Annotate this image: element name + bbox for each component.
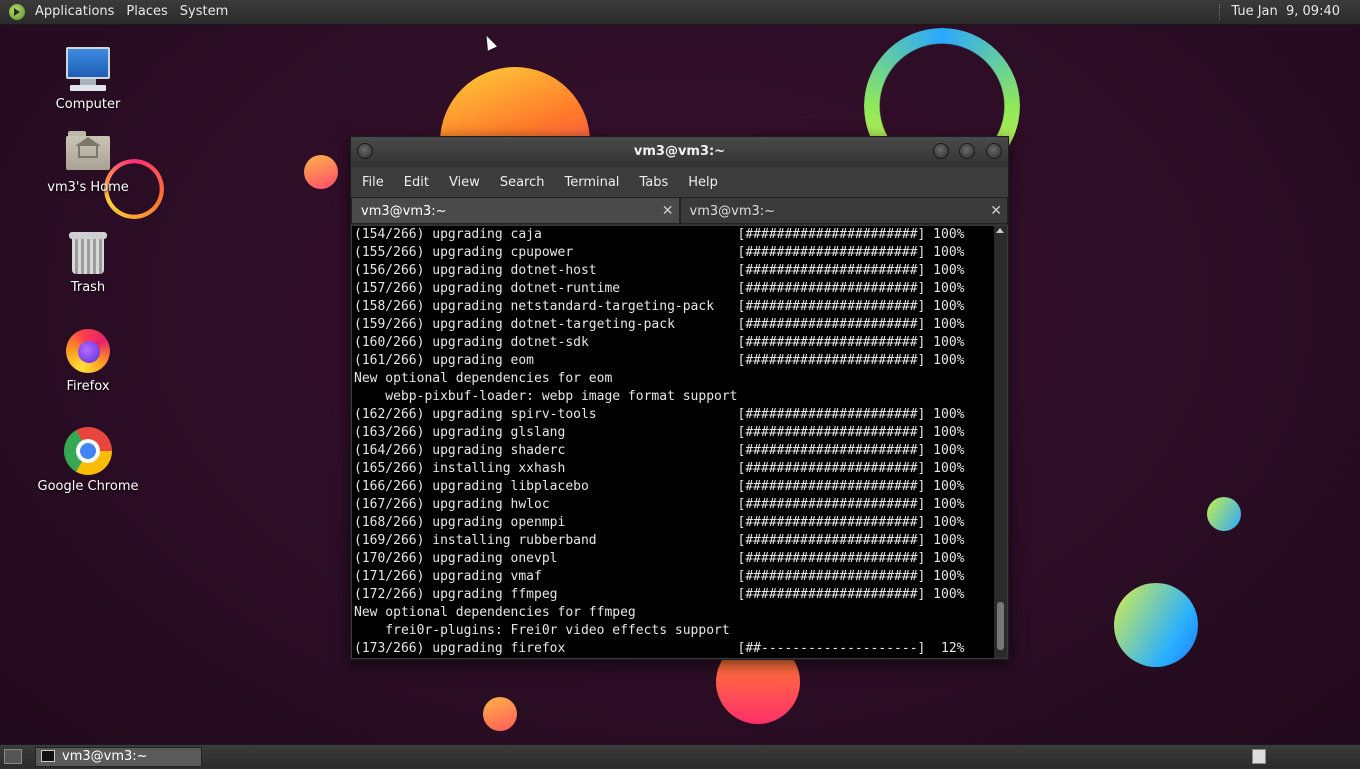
- menu-file[interactable]: File: [351, 175, 394, 190]
- terminal-line: (155/266) upgrading cpupower [##########…: [354, 245, 965, 260]
- terminal-scrollbar[interactable]: [994, 226, 1007, 658]
- window-title: vm3@vm3:~: [633, 144, 726, 159]
- terminal-line: New optional dependencies for ffmpeg: [354, 605, 636, 620]
- firefox-icon: [64, 327, 112, 375]
- terminal-line: (156/266) upgrading dotnet-host [#######…: [354, 263, 965, 278]
- terminal-line: (168/266) upgrading openmpi [###########…: [354, 515, 965, 530]
- scrollbar-thumb[interactable]: [997, 602, 1004, 650]
- desktop-icon-label: Computer: [55, 97, 121, 112]
- minimize-button[interactable]: [933, 143, 949, 159]
- desktop-icon-label: vm3's Home: [47, 180, 129, 195]
- terminal-line: New optional dependencies for eom: [354, 371, 613, 386]
- desktop-icon-firefox[interactable]: Firefox: [33, 327, 143, 394]
- terminal-icon: [41, 750, 55, 762]
- terminal-line: (167/266) upgrading hwloc [#############…: [354, 497, 965, 512]
- system-menu[interactable]: System: [174, 0, 234, 24]
- workspace-switcher[interactable]: [1252, 749, 1266, 764]
- window-menu-button[interactable]: [357, 143, 373, 159]
- distro-logo-icon[interactable]: [9, 4, 25, 20]
- terminal-line: (157/266) upgrading dotnet-runtime [####…: [354, 281, 965, 296]
- bottom-panel: vm3@vm3:~: [0, 744, 1360, 769]
- terminal-tab-bar: vm3@vm3:~ ✕ vm3@vm3:~ ✕: [351, 197, 1008, 225]
- desktop-icon-computer[interactable]: Computer: [33, 45, 143, 112]
- terminal-line: (154/266) upgrading caja [##############…: [354, 227, 965, 242]
- decorative-circle: [483, 697, 517, 731]
- computer-icon: [64, 45, 112, 93]
- menu-edit[interactable]: Edit: [394, 175, 439, 190]
- tab-close-icon[interactable]: ✕: [990, 198, 1002, 225]
- terminal-line: (158/266) upgrading netstandard-targetin…: [354, 299, 965, 314]
- terminal-menu-bar: File Edit View Search Terminal Tabs Help: [351, 167, 1008, 197]
- show-desktop-icon[interactable]: [4, 749, 22, 764]
- scroll-up-arrow-icon[interactable]: [996, 228, 1004, 233]
- tab-label: vm3@vm3:~: [361, 204, 447, 219]
- terminal-output[interactable]: (154/266) upgrading caja [##############…: [352, 226, 994, 658]
- menu-view[interactable]: View: [439, 175, 490, 190]
- panel-separator: [1219, 4, 1221, 20]
- window-title-bar[interactable]: vm3@vm3:~: [351, 137, 1008, 167]
- decorative-circle: [304, 155, 338, 189]
- terminal-line: (166/266) upgrading libplacebo [########…: [354, 479, 965, 494]
- terminal-tab-2[interactable]: vm3@vm3:~ ✕: [679, 197, 1008, 225]
- desktop-icon-label: Google Chrome: [37, 479, 139, 494]
- menu-tabs[interactable]: Tabs: [629, 175, 678, 190]
- top-panel: Applications Places System Tue Jan 9, 09…: [0, 0, 1360, 25]
- terminal-line: (164/266) upgrading shaderc [###########…: [354, 443, 965, 458]
- applications-menu[interactable]: Applications: [29, 0, 120, 24]
- terminal-line: frei0r-plugins: Frei0r video effects sup…: [354, 623, 730, 638]
- close-button[interactable]: [986, 143, 1002, 159]
- clock[interactable]: Tue Jan 9, 09:40: [1231, 0, 1340, 24]
- decorative-circle: [1207, 497, 1241, 531]
- places-menu[interactable]: Places: [120, 0, 173, 24]
- terminal-line: (159/266) upgrading dotnet-targeting-pac…: [354, 317, 965, 332]
- terminal-text: (154/266) upgrading caja [##############…: [352, 226, 994, 658]
- terminal-line: (172/266) upgrading ffmpeg [############…: [354, 587, 965, 602]
- terminal-line: (162/266) upgrading spirv-tools [#######…: [354, 407, 965, 422]
- desktop-icon-chrome[interactable]: Google Chrome: [33, 427, 143, 494]
- terminal-line: (171/266) upgrading vmaf [##############…: [354, 569, 965, 584]
- tab-close-icon[interactable]: ✕: [662, 198, 674, 225]
- trash-icon: [64, 228, 112, 276]
- clock-area: Tue Jan 9, 09:40: [1219, 0, 1340, 24]
- terminal-line: (170/266) upgrading onevpl [############…: [354, 551, 965, 566]
- desktop-icon-trash[interactable]: Trash: [33, 228, 143, 295]
- terminal-line: (165/266) installing xxhash [###########…: [354, 461, 965, 476]
- taskbar-item-label: vm3@vm3:~: [62, 749, 148, 764]
- terminal-line: (173/266) upgrading firefox [##---------…: [354, 641, 965, 656]
- terminal-line: (169/266) installing rubberband [#######…: [354, 533, 965, 548]
- desktop-icon-home[interactable]: vm3's Home: [33, 128, 143, 195]
- terminal-line: (163/266) upgrading glslang [###########…: [354, 425, 965, 440]
- taskbar-item-terminal[interactable]: vm3@vm3:~: [35, 747, 202, 767]
- desktop-icon-label: Firefox: [66, 379, 110, 394]
- menu-search[interactable]: Search: [490, 175, 555, 190]
- maximize-button[interactable]: [959, 143, 975, 159]
- menu-terminal[interactable]: Terminal: [554, 175, 629, 190]
- tab-label: vm3@vm3:~: [689, 204, 776, 219]
- home-folder-icon: [64, 128, 112, 176]
- terminal-line: webp-pixbuf-loader: webp image format su…: [354, 389, 738, 404]
- terminal-tab-1[interactable]: vm3@vm3:~ ✕: [351, 197, 680, 224]
- terminal-window[interactable]: vm3@vm3:~ File Edit View Search Terminal…: [350, 136, 1009, 660]
- chrome-icon: [64, 427, 112, 475]
- menu-help[interactable]: Help: [678, 175, 728, 190]
- terminal-line: (161/266) upgrading eom [###############…: [354, 353, 965, 368]
- terminal-line: (160/266) upgrading dotnet-sdk [########…: [354, 335, 965, 350]
- desktop-icon-label: Trash: [70, 280, 106, 295]
- decorative-circle: [1114, 583, 1198, 667]
